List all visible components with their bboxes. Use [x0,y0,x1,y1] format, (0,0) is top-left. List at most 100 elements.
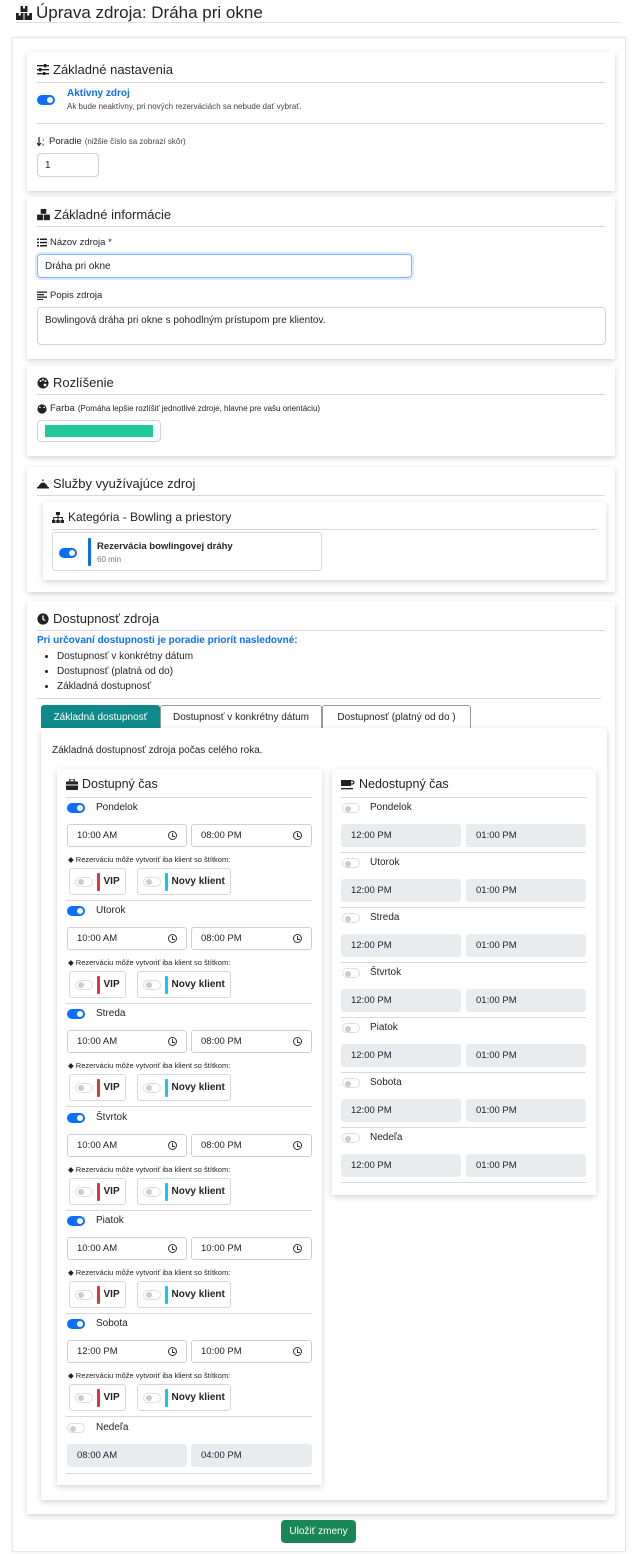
unavailable-to-input[interactable]: 01:00 PM [466,1154,586,1177]
active-resource-toggle[interactable] [37,95,55,105]
available-from-input[interactable]: 10:00 AM [67,1134,187,1157]
tag-vip-toggle[interactable] [75,1186,93,1197]
unavailable-from-input[interactable]: 12:00 PM [341,1099,461,1122]
unavailable-day-toggle[interactable] [342,913,360,923]
tag-vip-option[interactable]: VIP [69,1384,126,1411]
unavailable-from-input[interactable]: 12:00 PM [341,824,461,847]
unavailable-from-input[interactable]: 12:00 PM [341,1154,461,1177]
tab-date-availability[interactable]: Dostupnosť v konkrétny dátum [160,705,322,728]
available-day-toggle[interactable] [67,1113,85,1123]
unavailable-to-input[interactable]: 01:00 PM [466,1099,586,1122]
unavailable-from-input[interactable]: 12:00 PM [341,989,461,1012]
save-button[interactable]: Uložiť zmeny [281,1520,356,1543]
unavailable-to-input[interactable]: 01:00 PM [466,879,586,902]
tag-new-client-toggle[interactable] [143,1392,161,1403]
tag-new-client-option[interactable]: Novy klient [137,971,231,998]
available-from-input[interactable]: 08:00 AM [67,1444,187,1467]
unavailable-to-input[interactable]: 01:00 PM [466,934,586,957]
tag-new-client-option[interactable]: Novy klient [137,1281,231,1308]
available-to-input[interactable]: 10:00 PM [191,1237,312,1260]
available-from-input[interactable]: 10:00 AM [67,824,187,847]
align-left-icon [37,291,47,300]
coffee-icon [341,779,355,790]
available-day-label: Štvrtok [96,1112,128,1123]
tag-icon: ◆ [68,958,74,967]
tag-new-client-toggle[interactable] [143,1289,161,1300]
available-from-input[interactable]: 10:00 AM [67,1030,187,1053]
tab-range-availability[interactable]: Dostupnosť (platný od do ) [322,705,471,728]
available-day-toggle[interactable] [67,1423,85,1433]
tag-new-client-option[interactable]: Novy klient [137,1178,231,1205]
available-to-input[interactable]: 08:00 PM [191,824,312,847]
divider [37,394,605,395]
tag-vip-toggle[interactable] [75,1082,93,1093]
tag-icon: ◆ [68,1165,74,1174]
name-input[interactable]: Dráha pri okne [37,254,412,278]
clock-icon [293,934,302,943]
priority-item: Dostupnosť v konkrétny dátum [57,649,193,664]
order-input[interactable]: 1 [37,153,99,177]
available-to-input[interactable]: 08:00 PM [191,1134,312,1157]
unavailable-day-toggle[interactable] [342,1078,360,1088]
unavailable-to-input[interactable]: 01:00 PM [466,989,586,1012]
available-day-toggle[interactable] [67,1216,85,1226]
divider [341,1182,586,1183]
tag-caption: ◆ Rezerváciu môže vytvoriť iba klient so … [68,855,231,864]
tag-new-client-toggle[interactable] [143,1186,161,1197]
available-to-input[interactable]: 08:00 PM [191,927,312,950]
tag-vip-toggle[interactable] [75,876,93,887]
tag-vip-toggle[interactable] [75,1392,93,1403]
unavailable-from-input[interactable]: 12:00 PM [341,1044,461,1067]
distinction-card: Rozlíšenie Farba (Pomáha lepšie rozlíšiť… [27,366,615,456]
unavailable-day-toggle[interactable] [342,1023,360,1033]
unavailable-from-input[interactable]: 12:00 PM [341,934,461,957]
divider [66,1473,312,1474]
available-day-toggle[interactable] [67,906,85,916]
available-day-label: Piatok [96,1215,124,1226]
available-from-input[interactable]: 10:00 AM [67,927,187,950]
tag-new-client-option[interactable]: Novy klient [137,868,231,895]
color-picker[interactable] [37,420,161,442]
palette-icon [37,377,49,389]
tag-new-client-option[interactable]: Novy klient [137,1384,231,1411]
basic-settings-card: Základné nastavenia Aktívny zdroj Ak bud… [27,52,615,191]
unavailable-day-toggle[interactable] [342,858,360,868]
clock-icon [168,1244,177,1253]
tag-vip-option[interactable]: VIP [69,1281,126,1308]
available-day-toggle[interactable] [67,1009,85,1019]
tag-new-client-color [165,1078,168,1097]
unavailable-from-input[interactable]: 12:00 PM [341,879,461,902]
tag-caption: ◆ Rezerváciu môže vytvoriť iba klient so … [68,1165,231,1174]
active-resource-help: Ak bude neaktívny, pri nových rezerváciá… [67,102,302,111]
tag-vip-option[interactable]: VIP [69,1178,126,1205]
tag-icon: ◆ [68,855,74,864]
sort-icon: 19 [37,137,46,146]
description-textarea[interactable]: Bowlingová dráha pri okne s pohodlným pr… [37,307,606,345]
available-day-toggle[interactable] [67,1319,85,1329]
tag-vip-toggle[interactable] [75,979,93,990]
tag-vip-option[interactable]: VIP [69,868,126,895]
service-toggle[interactable] [59,548,77,558]
available-to-input[interactable]: 08:00 PM [191,1030,312,1053]
available-from-input[interactable]: 12:00 PM [67,1340,187,1363]
basic-info-heading: Základné informácie [37,207,171,222]
clock-icon [168,1347,177,1356]
available-day-toggle[interactable] [67,803,85,813]
tag-new-client-toggle[interactable] [143,1082,161,1093]
unavailable-to-input[interactable]: 01:00 PM [466,824,586,847]
unavailable-day-toggle[interactable] [342,1133,360,1143]
tag-new-client-option[interactable]: Novy klient [137,1074,231,1101]
tag-vip-toggle[interactable] [75,1289,93,1300]
unavailable-to-input[interactable]: 01:00 PM [466,1044,586,1067]
available-to-input[interactable]: 04:00 PM [191,1444,312,1467]
tab-basic-availability[interactable]: Základná dostupnosť [41,705,160,728]
unavailable-time-heading: Nedostupný čas [341,777,449,791]
tag-vip-option[interactable]: VIP [69,971,126,998]
tag-new-client-toggle[interactable] [143,876,161,887]
unavailable-day-toggle[interactable] [342,803,360,813]
available-to-input[interactable]: 10:00 PM [191,1340,312,1363]
unavailable-day-toggle[interactable] [342,968,360,978]
available-from-input[interactable]: 10:00 AM [67,1237,187,1260]
tag-new-client-toggle[interactable] [143,979,161,990]
tag-vip-option[interactable]: VIP [69,1074,126,1101]
